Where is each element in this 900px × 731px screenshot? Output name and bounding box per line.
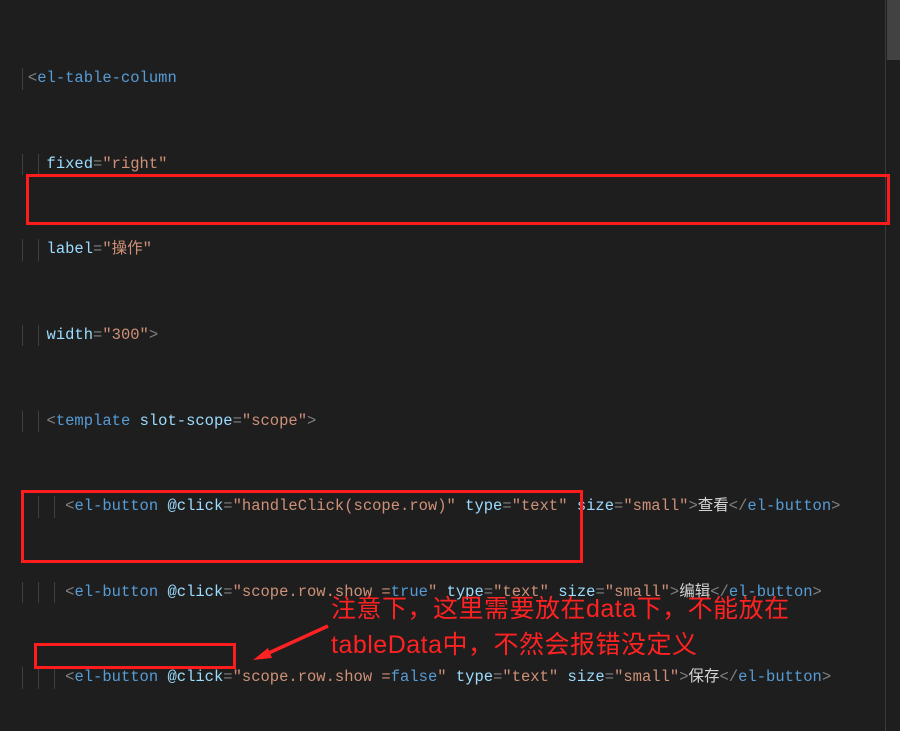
code-line[interactable]: fixed="right" <box>0 154 886 175</box>
annotation-arrow-icon <box>250 624 330 662</box>
code-line[interactable]: <el-button @click="handleClick(scope.row… <box>0 496 886 517</box>
code-line[interactable]: <template slot-scope="scope"> <box>0 411 886 432</box>
annotation-text: 注意下，这里需要放在data下，不能放在tableData中，不然会报错没定义 <box>331 591 891 663</box>
scrollbar-thumb[interactable] <box>887 0 900 60</box>
code-line[interactable]: label="操作" <box>0 239 886 260</box>
code-editor[interactable]: <el-table-column fixed="right" label="操作… <box>0 0 900 731</box>
code-line[interactable]: <el-table-column <box>0 68 886 89</box>
code-line[interactable]: <el-button @click="scope.row.show =false… <box>0 667 886 688</box>
code-line[interactable]: width="300"> <box>0 325 886 346</box>
